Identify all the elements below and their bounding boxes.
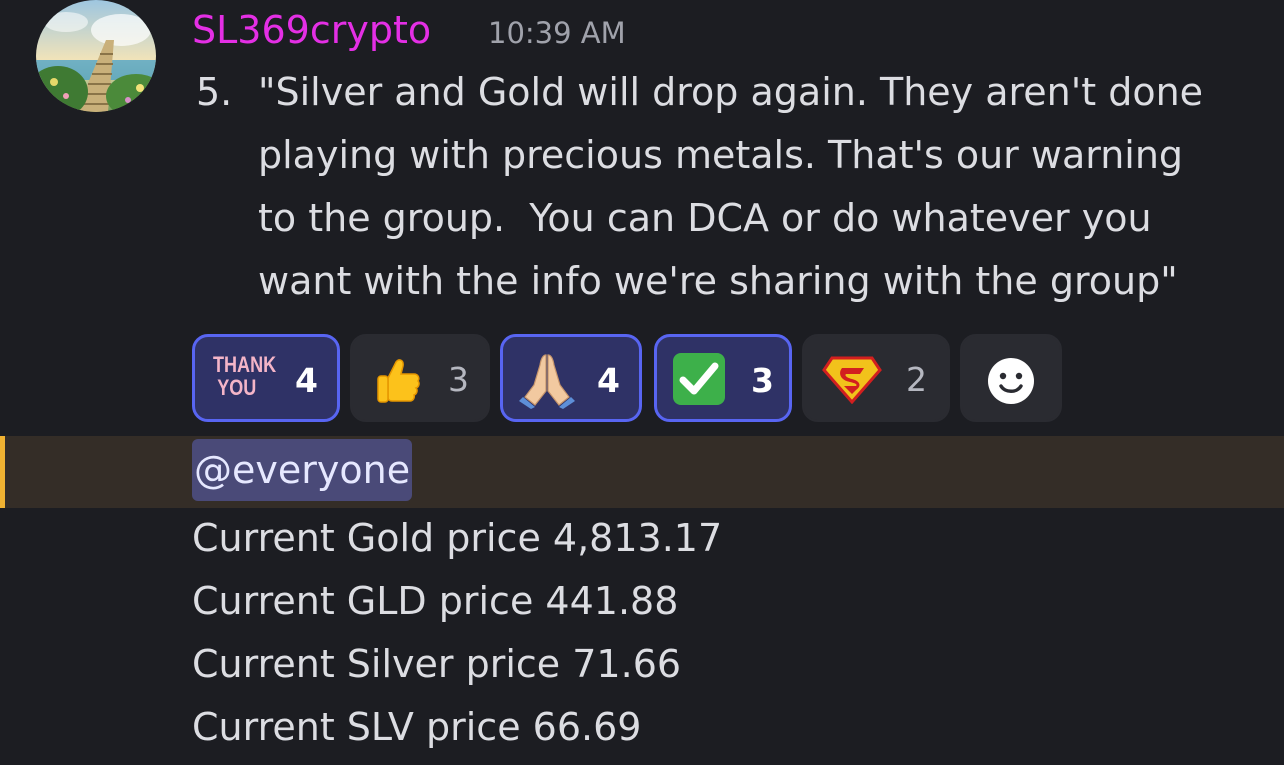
price-line-gold: Current Gold price 4,813.17	[192, 516, 723, 560]
reaction-count: 4	[295, 361, 318, 400]
reaction-check-mark[interactable]: 3	[654, 334, 792, 422]
reaction-count: 3	[448, 360, 469, 399]
reaction-count: 2	[906, 360, 927, 399]
add-reaction-button[interactable]	[960, 334, 1062, 422]
folded-hands-icon	[519, 354, 575, 409]
price-line-slv: Current SLV price 66.69	[192, 705, 642, 749]
thank-you-label-bottom: YOU	[217, 375, 257, 400]
thank-you-sticker-icon: THANK YOU	[213, 352, 277, 400]
thumbs-up-icon	[377, 359, 420, 403]
reaction-count: 4	[597, 361, 620, 400]
superman-shield-icon	[822, 356, 882, 404]
reaction-superman[interactable]: 2	[802, 334, 950, 422]
chat-view: SL369crypto 10:39 AM 5. "Silver and Gold…	[0, 0, 1284, 765]
reaction-count: 3	[751, 361, 774, 400]
message-line: playing with precious metals. That's our…	[258, 133, 1184, 177]
timestamp: 10:39 AM	[488, 16, 626, 50]
reaction-folded-hands[interactable]: 4	[500, 334, 642, 422]
reaction-thank-you[interactable]: THANK YOU 4	[192, 334, 340, 422]
username[interactable]: SL369crypto	[192, 8, 431, 52]
thank-you-label-top: THANK	[213, 352, 277, 377]
message-line: to the group. You can DCA or do whatever…	[258, 196, 1152, 240]
avatar-image	[36, 0, 156, 112]
smiley-icon	[988, 358, 1034, 404]
message-line: want with the info we're sharing with th…	[258, 259, 1178, 303]
price-line-gld: Current GLD price 441.88	[192, 579, 679, 623]
mention-highlight-row: @everyone	[0, 436, 1284, 508]
check-mark-button-icon	[673, 353, 725, 405]
everyone-mention[interactable]: @everyone	[192, 439, 413, 501]
avatar[interactable]	[36, 0, 156, 112]
message-line: "Silver and Gold will drop again. They a…	[258, 70, 1204, 114]
price-line-silver: Current Silver price 71.66	[192, 642, 682, 686]
reaction-thumbs-up[interactable]: 3	[350, 334, 490, 422]
list-number: 5.	[196, 70, 233, 114]
mention-indicator-bar	[0, 436, 5, 508]
